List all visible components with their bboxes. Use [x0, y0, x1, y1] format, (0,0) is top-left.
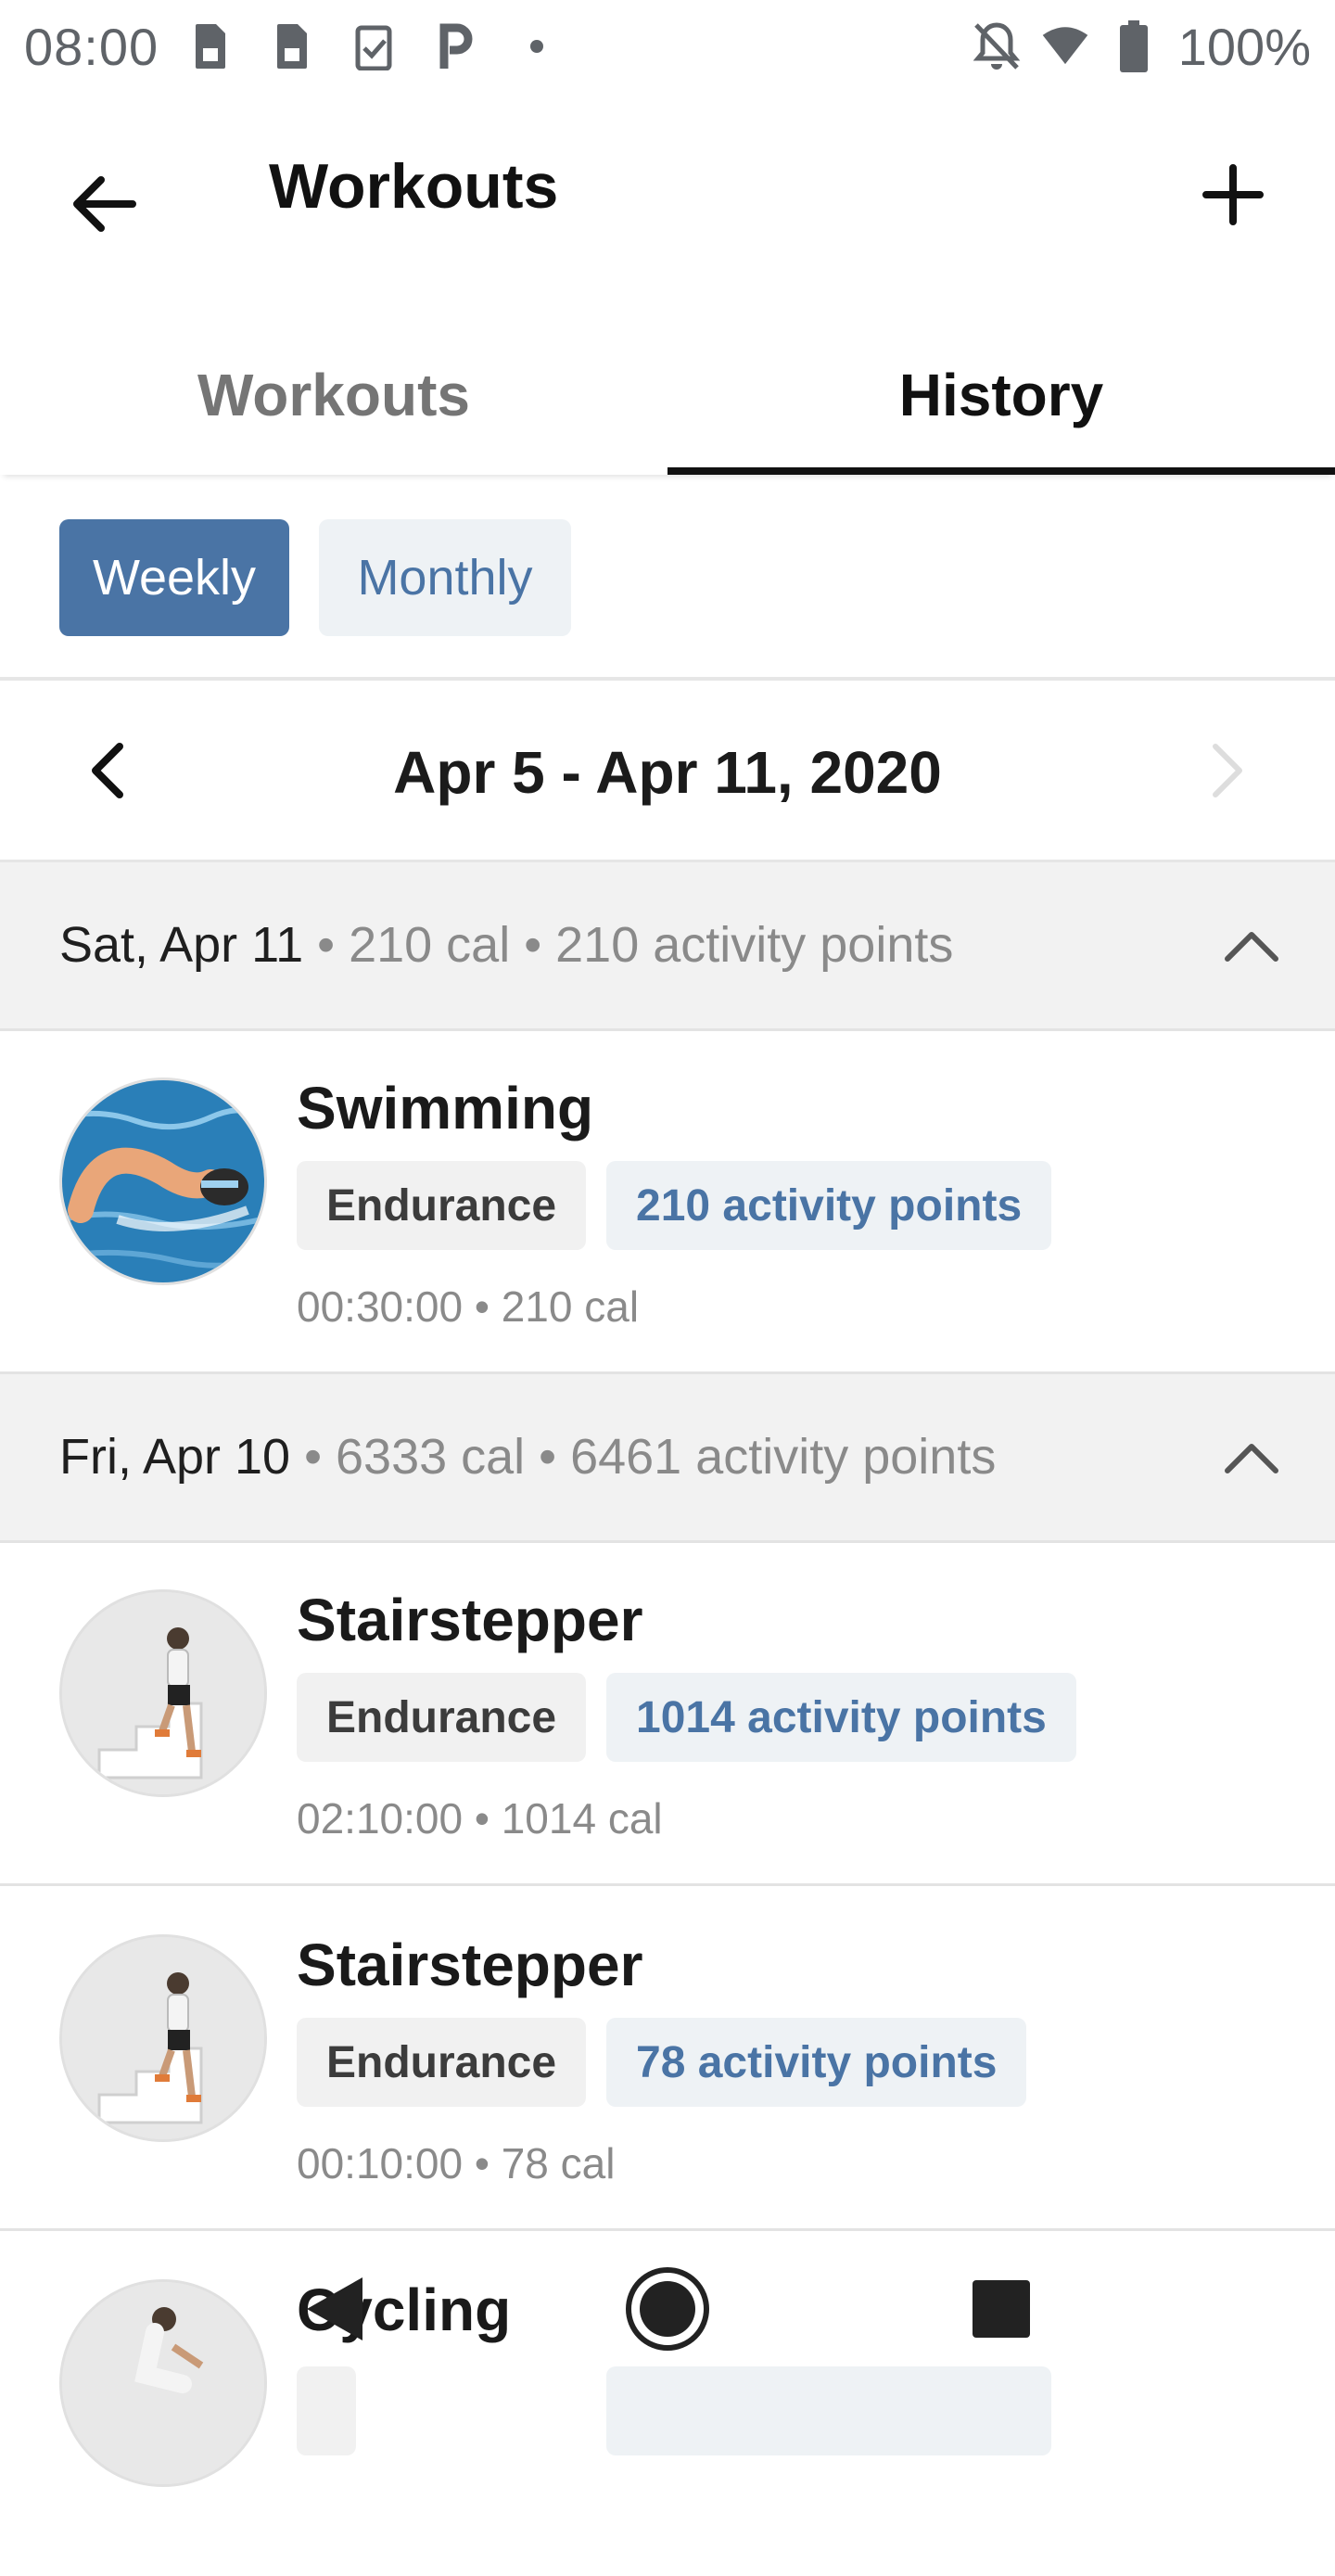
system-recents-button[interactable]: [946, 2253, 1057, 2365]
activity-points-tag: [606, 2366, 1051, 2455]
next-week-button[interactable]: [1177, 720, 1279, 822]
workout-name: Swimming: [297, 1075, 594, 1141]
workout-item[interactable]: Stairstepper Endurance 78 activity point…: [0, 1888, 1335, 2231]
weekly-chip[interactable]: Weekly: [59, 519, 289, 636]
page-title: Workouts: [269, 151, 559, 222]
battery-percent: 100%: [1177, 17, 1311, 76]
collapse-button[interactable]: [1205, 1411, 1298, 1504]
day-totals: • 6333 cal • 6461 activity points: [290, 1429, 997, 1485]
workout-type-tag: Endurance: [297, 1161, 587, 1250]
parking-icon: [431, 19, 479, 74]
workout-meta: 00:30:00 • 210 cal: [297, 1282, 640, 1331]
monthly-chip[interactable]: Monthly: [319, 519, 571, 636]
workout-item[interactable]: Swimming Endurance 210 activity points 0…: [0, 1031, 1335, 1374]
workout-name: Stairstepper: [297, 1932, 643, 1998]
back-triangle-icon: [307, 2277, 362, 2340]
tab-bar: Workouts History: [0, 315, 1335, 475]
system-back-button[interactable]: [278, 2253, 389, 2365]
collapse-button[interactable]: [1205, 899, 1298, 992]
activity-points-tag: 210 activity points: [606, 1161, 1052, 1250]
battery-icon: [1110, 19, 1158, 74]
date-navigator: Apr 5 - Apr 11, 2020: [0, 682, 1335, 862]
stairstepper-image: [59, 1589, 267, 1797]
sim-card-icon: [268, 19, 316, 74]
workout-item[interactable]: Stairstepper Endurance 1014 activity poi…: [0, 1543, 1335, 1886]
day-header[interactable]: Sat, Apr 11 • 210 cal • 210 activity poi…: [0, 862, 1335, 1031]
notifications-off-icon: [973, 19, 1021, 74]
chevron-right-icon: [1213, 744, 1242, 797]
system-navigation-bar: [0, 2235, 1335, 2374]
app-bar: Workouts: [0, 93, 1335, 297]
dot-icon: [513, 19, 561, 74]
arrow-back-icon: [73, 176, 136, 232]
back-button[interactable]: [48, 148, 159, 260]
period-toggle: Weekly Monthly: [0, 475, 1335, 681]
chevron-up-icon: [1225, 932, 1278, 962]
system-status: 100%: [973, 17, 1311, 77]
clipboard-check-icon: [350, 19, 398, 74]
status-time: 08:00: [24, 17, 159, 76]
workout-name: Stairstepper: [297, 1587, 643, 1653]
workout-type-tag: [297, 2366, 356, 2455]
workout-type-tag: Endurance: [297, 1673, 587, 1762]
day-summary: Fri, Apr 10 • 6333 cal • 6461 activity p…: [59, 1428, 996, 1486]
workout-meta: 00:10:00 • 78 cal: [297, 2139, 616, 2187]
system-home-button[interactable]: [612, 2253, 723, 2365]
activity-points-tag: 78 activity points: [606, 2018, 1027, 2107]
chevron-up-icon: [1225, 1444, 1278, 1473]
status-bar: 08:00 100%: [0, 0, 1335, 93]
notification-icons: [186, 19, 561, 74]
day-header[interactable]: Fri, Apr 10 • 6333 cal • 6461 activity p…: [0, 1374, 1335, 1543]
recents-square-icon: [973, 2280, 1030, 2338]
tab-history[interactable]: History: [668, 315, 1335, 475]
tab-workouts[interactable]: Workouts: [0, 315, 668, 475]
day-date: Fri, Apr 10: [59, 1429, 291, 1485]
stairstepper-image: [59, 1934, 267, 2142]
plus-icon: [1202, 164, 1264, 225]
date-range: Apr 5 - Apr 11, 2020: [393, 739, 942, 806]
workout-meta: 02:10:00 • 1014 cal: [297, 1794, 663, 1843]
swimmer-image: [59, 1078, 267, 1285]
wifi-icon: [1041, 19, 1089, 74]
add-workout-button[interactable]: [1177, 139, 1289, 250]
home-circle-icon: [626, 2267, 709, 2351]
day-date: Sat, Apr 11: [59, 917, 304, 973]
sim-card-icon: [186, 19, 235, 74]
workout-type-tag: Endurance: [297, 2018, 587, 2107]
activity-points-tag: 1014 activity points: [606, 1673, 1076, 1762]
day-totals: • 210 cal • 210 activity points: [303, 917, 954, 973]
day-summary: Sat, Apr 11 • 210 cal • 210 activity poi…: [59, 916, 953, 974]
